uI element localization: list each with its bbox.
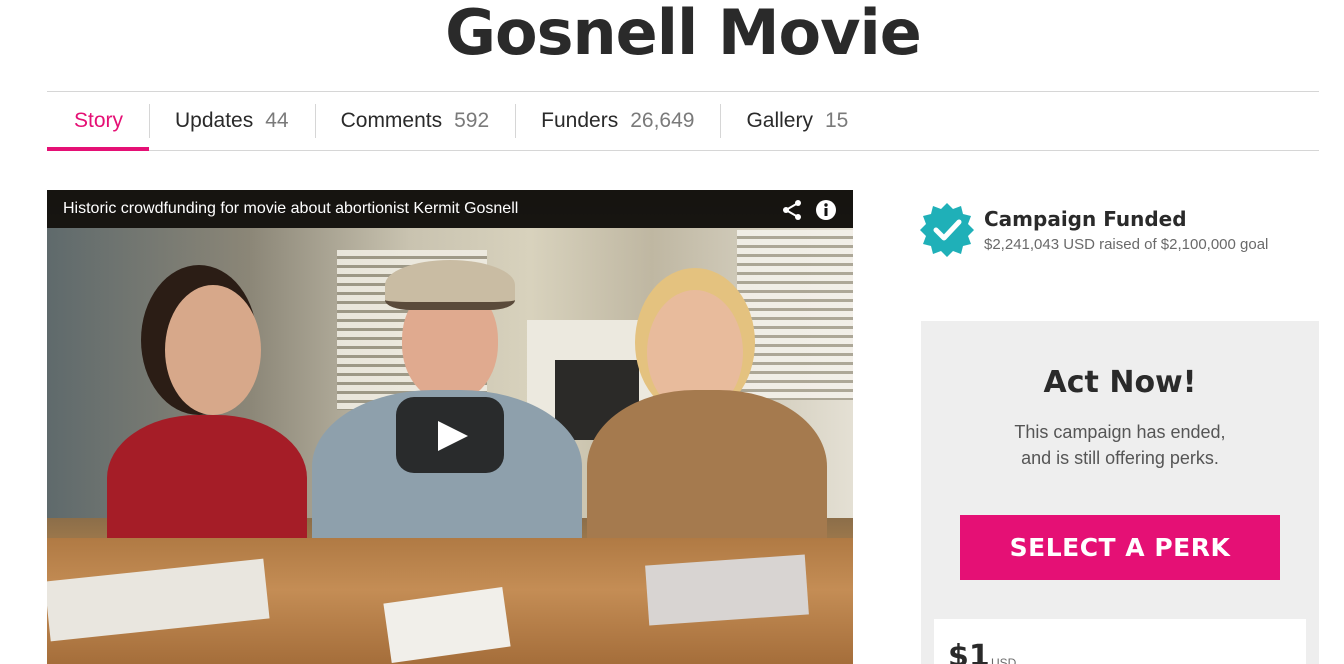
act-now-panel: Act Now! This campaign has ended, and is… <box>921 321 1319 664</box>
play-button[interactable] <box>396 397 504 473</box>
description-line: and is still offering perks. <box>1021 448 1219 468</box>
video-title-bar: Historic crowdfunding for movie about ab… <box>47 190 853 228</box>
tab-gallery[interactable]: Gallery 15 <box>720 92 874 150</box>
perk-currency: USD <box>991 656 1017 664</box>
tab-funders[interactable]: Funders 26,649 <box>515 92 720 150</box>
tab-story[interactable]: Story <box>47 92 150 151</box>
tab-comments[interactable]: Comments 592 <box>314 92 516 150</box>
binder <box>645 554 809 626</box>
tab-count: 44 <box>265 109 289 132</box>
person-right-body <box>587 390 827 560</box>
tab-label: Comments <box>340 109 443 132</box>
tab-count: 26,649 <box>630 109 695 132</box>
select-perk-button[interactable]: SELECT A PERK <box>960 515 1280 580</box>
tab-label: Gallery <box>746 109 813 132</box>
play-icon <box>438 421 468 451</box>
person-left-head <box>165 285 261 415</box>
description-line: This campaign has ended, <box>1014 422 1226 442</box>
person-center-hat <box>385 260 515 310</box>
verified-check-icon <box>920 203 974 257</box>
act-now-description: This campaign has ended, and is still of… <box>921 419 1319 471</box>
video-title[interactable]: Historic crowdfunding for movie about ab… <box>63 200 518 218</box>
info-icon[interactable] <box>815 199 837 221</box>
page-title: Gosnell Movie <box>445 0 922 69</box>
video-player[interactable]: Historic crowdfunding for movie about ab… <box>47 190 853 664</box>
act-now-title: Act Now! <box>1043 365 1197 400</box>
window-blind <box>737 230 853 400</box>
tab-updates[interactable]: Updates 44 <box>149 92 315 150</box>
tab-label: Funders <box>541 109 619 132</box>
campaign-tabs: Story Updates 44 Comments 592 Funders 26… <box>47 91 1319 151</box>
person-left-body <box>107 415 307 555</box>
raised-amount: $2,241,043 USD raised of $2,100,000 goal <box>984 236 1269 253</box>
campaign-status: Campaign Funded <box>984 207 1187 231</box>
tab-count: 15 <box>824 109 849 132</box>
tab-count: 592 <box>454 109 490 132</box>
perk-card[interactable]: $1 USD <box>934 619 1306 664</box>
perk-amount: $1 <box>948 639 990 664</box>
tab-label: Updates <box>175 109 254 132</box>
share-icon[interactable] <box>781 199 803 221</box>
tab-label: Story <box>74 109 124 132</box>
